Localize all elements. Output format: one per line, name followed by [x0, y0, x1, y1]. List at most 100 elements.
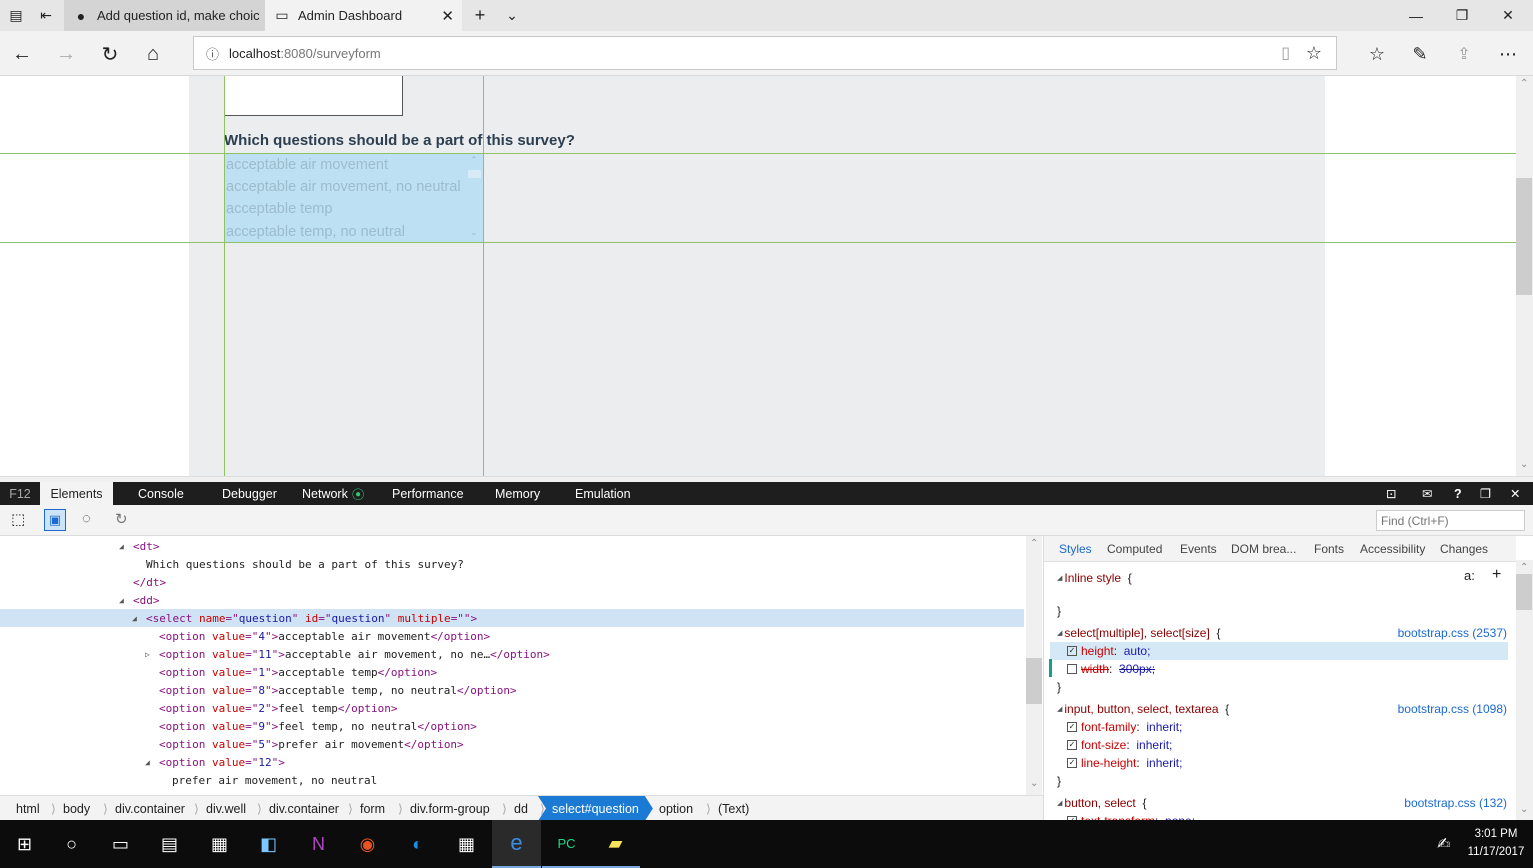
- styles-tab[interactable]: Events: [1180, 542, 1217, 556]
- tab-performance[interactable]: Performance: [392, 482, 464, 505]
- calendar-icon[interactable]: ▦: [195, 820, 244, 868]
- css-declaration[interactable]: ✓ font-size: inherit;: [1044, 736, 1516, 754]
- undock-icon[interactable]: ❐: [1480, 482, 1491, 505]
- breadcrumb-item[interactable]: form: [360, 796, 385, 821]
- pycharm-icon[interactable]: PC: [542, 820, 591, 868]
- styles-tab[interactable]: Accessibility: [1360, 542, 1425, 556]
- refresh-icon[interactable]: ↻: [90, 37, 130, 71]
- expand-toggle-icon[interactable]: ◢: [145, 758, 150, 767]
- pen-workspace-icon[interactable]: ✍: [1437, 834, 1450, 854]
- styles-tab[interactable]: DOM brea...: [1231, 542, 1296, 556]
- styles-tab[interactable]: Computed: [1107, 542, 1162, 556]
- tab-manager-icon[interactable]: ▤: [8, 7, 24, 23]
- declaration-checkbox[interactable]: ✓: [1067, 758, 1077, 768]
- rule-collapse-icon[interactable]: ◢: [1057, 799, 1062, 807]
- restore-icon[interactable]: ❐: [1439, 0, 1485, 31]
- file-explorer-icon[interactable]: ▤: [145, 820, 194, 868]
- select-option[interactable]: acceptable temp: [226, 198, 464, 220]
- reading-view-icon[interactable]: ▯: [1281, 43, 1290, 63]
- css-source-link[interactable]: bootstrap.css (132): [1404, 796, 1507, 810]
- breadcrumb-item[interactable]: div.container: [115, 796, 185, 821]
- new-tab-icon[interactable]: +: [472, 5, 488, 25]
- dom-node[interactable]: ▷ <option value="11">acceptable air movem…: [0, 645, 1024, 663]
- feedback-icon[interactable]: ✉: [1422, 482, 1432, 505]
- color-picker-icon[interactable]: ◌: [82, 510, 91, 527]
- dom-node[interactable]: <option value="1">acceptable temp</optio…: [0, 663, 1024, 681]
- scroll-thumb[interactable]: [468, 170, 481, 178]
- scroll-thumb[interactable]: [1516, 574, 1532, 610]
- tab-memory[interactable]: Memory: [495, 482, 540, 505]
- breadcrumb-item[interactable]: (Text): [718, 796, 749, 821]
- dom-node[interactable]: ◢ <dd>: [0, 591, 1024, 609]
- declaration-checkbox[interactable]: ✓: [1067, 722, 1077, 732]
- previous-input-box[interactable]: [224, 76, 403, 116]
- sync-icon[interactable]: ◐: [393, 820, 442, 868]
- dom-node[interactable]: <option value="4">acceptable air movemen…: [0, 627, 1024, 645]
- dom-node[interactable]: <option value="5">prefer air movement</o…: [0, 735, 1024, 753]
- breadcrumb-item[interactable]: option: [659, 796, 693, 821]
- tab-github[interactable]: ● Add question id, make choic: [64, 0, 265, 31]
- css-source-link[interactable]: bootstrap.css (1098): [1398, 702, 1507, 716]
- css-declaration[interactable]: ✓text-transform: none;: [1044, 812, 1516, 820]
- select-option[interactable]: acceptable air movement: [226, 154, 464, 176]
- sticky-notes-icon[interactable]: ▰: [591, 820, 640, 868]
- tab-elements[interactable]: Elements: [40, 482, 113, 505]
- css-declaration[interactable]: ✓ height: auto;: [1050, 642, 1508, 660]
- chevron-down-icon[interactable]: ⌄: [504, 7, 520, 23]
- favorites-hub-icon[interactable]: ☆: [1357, 37, 1397, 71]
- rule-collapse-icon[interactable]: ◢: [1057, 705, 1062, 713]
- system-clock[interactable]: 3:01 PM 11/17/2017: [1464, 825, 1528, 861]
- onenote-icon[interactable]: N: [294, 820, 343, 868]
- dom-node[interactable]: ◢ <option value="12">: [0, 753, 1024, 771]
- expand-toggle-icon[interactable]: ◢: [132, 614, 137, 623]
- breadcrumb-item[interactable]: dd: [514, 796, 528, 821]
- css-rule-header[interactable]: ◢ button, select {bootstrap.css (132): [1044, 794, 1516, 812]
- refresh-dom-icon[interactable]: ↻: [115, 510, 128, 528]
- web-note-icon[interactable]: ✎: [1400, 37, 1440, 71]
- css-rule-header[interactable]: ◢ input, button, select, textarea {bootst…: [1044, 700, 1516, 718]
- declaration-checkbox[interactable]: ✓: [1067, 646, 1077, 656]
- expand-toggle-icon[interactable]: ◢: [119, 542, 124, 551]
- tab-debugger[interactable]: Debugger: [222, 482, 277, 505]
- css-rule-header[interactable]: ◢ Inline style {: [1044, 569, 1516, 587]
- css-rule-header[interactable]: ◢ select[multiple], select[size] {bootstr…: [1044, 624, 1516, 642]
- close-devtools-icon[interactable]: ✕: [1510, 482, 1520, 505]
- select-scrollbar[interactable]: ⌃ ⌄: [466, 153, 483, 242]
- styles-tab[interactable]: Fonts: [1314, 542, 1344, 556]
- edge-icon[interactable]: e: [492, 820, 541, 868]
- highlight-elements-icon[interactable]: ▣: [44, 509, 66, 531]
- tab-emulation[interactable]: Emulation: [575, 482, 631, 505]
- dom-node[interactable]: prefer air movement, no neutral: [0, 771, 1024, 789]
- scroll-thumb[interactable]: [1026, 658, 1042, 704]
- breadcrumb-item[interactable]: html: [16, 796, 40, 821]
- breadcrumb-item[interactable]: div.well: [206, 796, 246, 821]
- favorite-star-icon[interactable]: ☆: [1306, 43, 1322, 64]
- expand-toggle-icon[interactable]: ◢: [119, 596, 124, 605]
- tab-console[interactable]: Console: [138, 482, 184, 505]
- dom-node[interactable]: <option value="2">feel temp</option>: [0, 699, 1024, 717]
- back-icon[interactable]: ←: [2, 37, 42, 71]
- dom-scrollbar[interactable]: ⌃ ⌄: [1026, 536, 1042, 795]
- calculator-icon[interactable]: ▦: [442, 820, 491, 868]
- dom-node-selected[interactable]: ◢ <select name="question" id="question" m…: [0, 609, 1024, 627]
- page-scrollbar[interactable]: ⌃ ⌄: [1516, 76, 1533, 476]
- more-icon[interactable]: ⋯: [1488, 37, 1528, 71]
- console-toggle-icon[interactable]: ⊡: [1386, 482, 1396, 505]
- css-source-link[interactable]: bootstrap.css (2537): [1398, 626, 1507, 640]
- close-tab-icon[interactable]: ✕: [441, 7, 454, 25]
- close-window-icon[interactable]: ✕: [1485, 0, 1531, 31]
- css-declaration[interactable]: width: 300px;: [1044, 660, 1516, 678]
- ubuntu-icon[interactable]: ◉: [343, 820, 392, 868]
- dom-node[interactable]: ◢ <dt>: [0, 537, 1024, 555]
- address-bar[interactable]: ⓘ localhost:8080/surveyform ▯ ☆: [193, 36, 1337, 70]
- breadcrumb-item[interactable]: body: [63, 796, 90, 821]
- tab-admin-dashboard[interactable]: ▭ Admin Dashboard ✕: [265, 0, 462, 31]
- select-option[interactable]: acceptable temp, no neutral: [226, 221, 464, 243]
- css-declaration[interactable]: ✓ font-family: inherit;: [1044, 718, 1516, 736]
- home-icon[interactable]: ⌂: [133, 37, 173, 71]
- dom-node[interactable]: Which questions should be a part of this…: [0, 555, 1024, 573]
- styles-tab[interactable]: Styles: [1059, 542, 1092, 556]
- task-view-icon[interactable]: ▭: [96, 820, 145, 868]
- scroll-thumb[interactable]: [1516, 178, 1532, 295]
- breadcrumb-item[interactable]: div.form-group: [410, 796, 490, 821]
